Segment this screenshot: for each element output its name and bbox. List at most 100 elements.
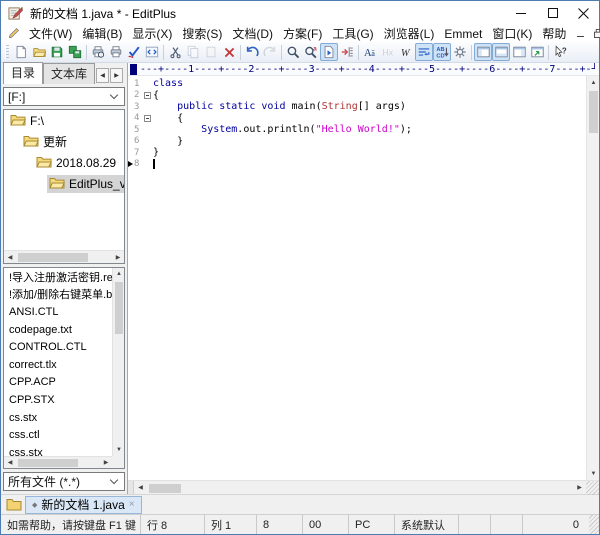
replace-button[interactable]: a	[302, 43, 320, 61]
tree-item[interactable]: 更新	[4, 131, 124, 152]
file-list-item[interactable]: CONTROL.CTL	[4, 338, 112, 356]
code-area[interactable]: 1class2{3 public static void main(String…	[128, 76, 586, 480]
find-button[interactable]	[284, 43, 302, 61]
scroll-down-icon[interactable]: ▼	[587, 467, 600, 480]
menu-item-browser[interactable]: 浏览器(L)	[379, 25, 440, 42]
svg-text:AB: AB	[436, 47, 444, 53]
scroll-thumb[interactable]	[18, 459, 78, 467]
fold-toggle[interactable]	[144, 115, 153, 122]
maximize-button[interactable]	[537, 1, 568, 25]
menu-item-help[interactable]: 帮助	[537, 25, 571, 42]
scroll-up-icon[interactable]: ▲	[587, 76, 600, 89]
tab-directory[interactable]: 目录	[3, 62, 43, 84]
file-list-item[interactable]: cs.stx	[4, 409, 112, 427]
menu-item-search[interactable]: 搜索(S)	[177, 25, 227, 42]
file-list-item[interactable]: CPP.ACP	[4, 374, 112, 392]
file-list-item[interactable]: correct.tlx	[4, 356, 112, 374]
file-filter-select[interactable]: 所有文件 (*.*)	[3, 472, 125, 491]
scroll-track	[147, 481, 573, 494]
scroll-right-icon[interactable]: ▶	[112, 251, 124, 264]
fold-minus-icon[interactable]	[144, 115, 151, 122]
scroll-down-icon[interactable]: ▼	[113, 444, 125, 456]
menu-item-project[interactable]: 方案(F)	[278, 25, 327, 42]
scroll-right-icon[interactable]: ▶	[100, 456, 112, 469]
new-file-button[interactable]	[12, 43, 30, 61]
tab-cliptext[interactable]: 文本库	[43, 63, 95, 84]
scroll-up-icon[interactable]: ▲	[113, 268, 125, 280]
save-file-button[interactable]	[48, 43, 66, 61]
scroll-thumb[interactable]	[115, 282, 123, 334]
tab-scroll-left-icon[interactable]: ◀	[96, 68, 109, 83]
toolbar-separator	[471, 45, 472, 60]
toolbar-drag-handle[interactable]	[5, 45, 9, 60]
hex-view-button: Hx	[379, 43, 397, 61]
document-selector-button[interactable]	[320, 43, 338, 61]
line-number: 4	[134, 113, 144, 123]
folder-icon[interactable]	[3, 496, 25, 514]
word-count-button[interactable]: W	[397, 43, 415, 61]
go-to-line-button[interactable]	[338, 43, 356, 61]
file-list-item[interactable]: !添加/删除右键菜单.b	[4, 286, 112, 304]
file-list-item[interactable]: CPP.STX	[4, 391, 112, 409]
menu-item-edit[interactable]: 编辑(B)	[77, 25, 127, 42]
save-all-button[interactable]	[66, 43, 84, 61]
print-button[interactable]	[107, 43, 125, 61]
file-list-item[interactable]: !导入注册激活密钥.re	[4, 268, 112, 286]
close-button[interactable]	[568, 1, 599, 25]
scroll-left-icon[interactable]: ◀	[4, 251, 16, 264]
drive-select[interactable]: [F:]	[3, 87, 125, 106]
word-wrap-button[interactable]	[415, 43, 433, 61]
tree-item[interactable]: 2018.08.29	[4, 152, 124, 173]
tree-item[interactable]: F:\	[4, 110, 124, 131]
toggle-directory-window-button[interactable]	[474, 43, 492, 61]
view-in-browser-button[interactable]	[143, 43, 161, 61]
directory-tree: F:\更新2018.08.29EditPlus_v5.0.12 ◀ ▶	[3, 109, 125, 264]
tree-item[interactable]: EditPlus_v5.0.12	[4, 173, 124, 194]
menu-item-tools[interactable]: 工具(G)	[327, 25, 378, 42]
context-help-button[interactable]: ?	[551, 43, 569, 61]
menu-item-emmet[interactable]: Emmet	[439, 27, 487, 41]
document-tab[interactable]: ◆ 新的文档 1.java ×	[25, 496, 142, 514]
resize-grip[interactable]	[586, 481, 599, 495]
scroll-thumb[interactable]	[149, 484, 181, 493]
spell-check-button[interactable]	[125, 43, 143, 61]
minimize-button[interactable]	[506, 1, 537, 25]
menu-item-document[interactable]: 文档(D)	[227, 25, 278, 42]
toggle-cliptext-window-button[interactable]	[492, 43, 510, 61]
preferences-button[interactable]	[451, 43, 469, 61]
toggle-output-window-button[interactable]	[510, 43, 528, 61]
menu-item-window[interactable]: 窗口(K)	[487, 25, 537, 42]
file-list-item[interactable]: ANSI.CTL	[4, 303, 112, 321]
sort-button[interactable]: ABCD	[433, 43, 451, 61]
toggle-case-button[interactable]: Aā	[361, 43, 379, 61]
code-line-1: 1class	[128, 78, 586, 90]
code-text: public static void main(String[] args)	[153, 101, 406, 112]
open-file-button[interactable]	[30, 43, 48, 61]
code-text: {	[153, 90, 159, 101]
code-line-2: 2{	[128, 90, 586, 102]
cut-button[interactable]	[166, 43, 184, 61]
mdi-minimize-button[interactable]	[572, 27, 589, 41]
fold-minus-icon[interactable]	[144, 92, 151, 99]
fold-toggle[interactable]	[144, 92, 153, 99]
delete-button[interactable]	[220, 43, 238, 61]
file-rows: !导入注册激活密钥.re!添加/删除右键菜单.bANSI.CTLcodepage…	[4, 268, 112, 462]
status-resize-grip[interactable]	[589, 515, 599, 534]
file-list-item[interactable]: css.ctl	[4, 426, 112, 444]
editor-hscrollbar: ◀ ▶	[128, 480, 599, 494]
scroll-thumb[interactable]	[18, 253, 88, 262]
scroll-left-icon[interactable]: ◀	[134, 481, 147, 495]
toggle-browser-window-button[interactable]	[528, 43, 546, 61]
menu-item-view[interactable]: 显示(X)	[127, 25, 177, 42]
undo-button[interactable]	[243, 43, 261, 61]
mdi-restore-button[interactable]	[590, 27, 600, 41]
tab-close-icon[interactable]: ×	[129, 499, 135, 510]
scroll-left-icon[interactable]: ◀	[4, 456, 16, 469]
tab-scroll-right-icon[interactable]: ▶	[110, 68, 123, 83]
scroll-thumb[interactable]	[589, 91, 598, 133]
file-list-item[interactable]: codepage.txt	[4, 321, 112, 339]
menu-item-file[interactable]: 文件(W)	[24, 25, 77, 42]
toolbar-separator	[281, 45, 282, 60]
print-preview-button[interactable]	[89, 43, 107, 61]
scroll-right-icon[interactable]: ▶	[573, 481, 586, 495]
